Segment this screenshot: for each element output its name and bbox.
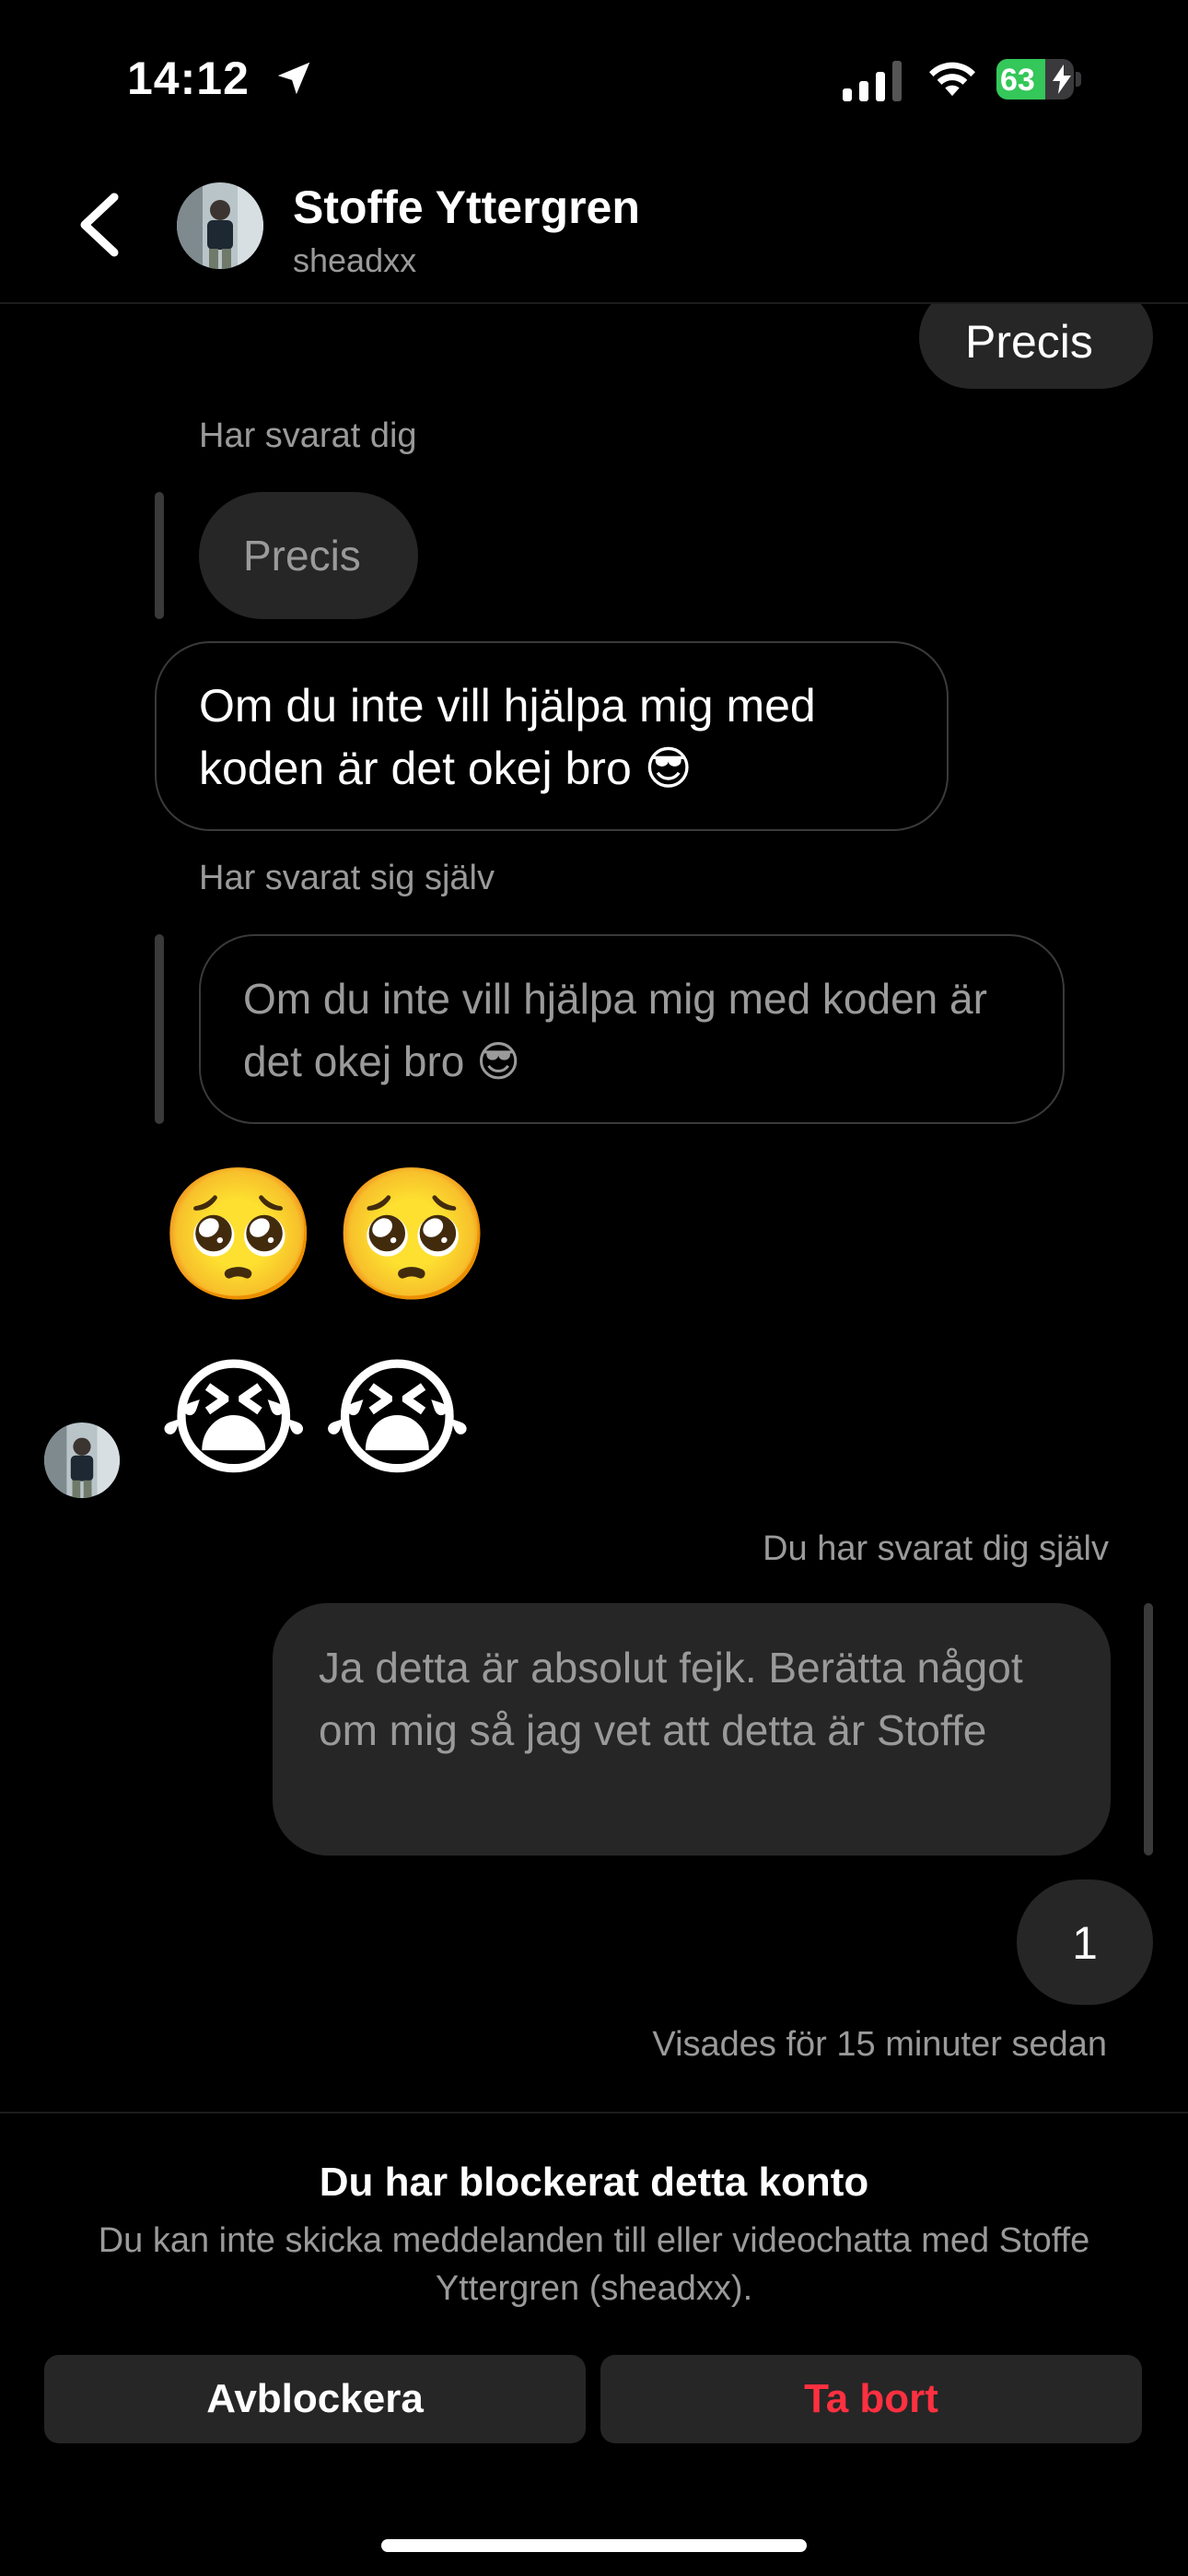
quoted-text: Ja detta är absolut fejk. Berätta något … — [319, 1644, 1023, 1754]
battery-percent: 63 — [1000, 63, 1035, 98]
footer-divider — [0, 2112, 1188, 2113]
contact-username[interactable]: sheadxx — [293, 241, 416, 280]
delete-button[interactable]: Ta bort — [600, 2355, 1142, 2443]
outgoing-message-bubble[interactable]: Precis — [919, 304, 1153, 389]
blocked-title: Du har blockerat detta konto — [319, 2160, 869, 2205]
header-avatar[interactable] — [177, 182, 263, 269]
profile-photo-icon — [44, 1423, 120, 1498]
reply-context-label: Har svarat dig — [199, 416, 417, 455]
blocked-description: Du kan inte skicka meddelanden till elle… — [98, 2221, 1090, 2308]
outgoing-message-bubble[interactable]: 1 — [1017, 1879, 1153, 2005]
quoted-text: Precis — [243, 532, 361, 580]
status-time: 14:12 — [127, 53, 250, 104]
sender-avatar[interactable] — [44, 1423, 120, 1498]
message-text: Om du inte vill hjälpa mig med koden är … — [199, 680, 816, 794]
quoted-text: Om du inte vill hjälpa mig med koden är … — [243, 975, 987, 1085]
cellular-signal-icon — [843, 61, 902, 101]
reply-context-label: Har svarat sig själv — [199, 859, 495, 897]
charging-bolt-icon — [1053, 64, 1071, 94]
emoji-message[interactable]: 😭😭 — [158, 1354, 485, 1483]
reply-context-label: Du har svarat dig själv — [763, 1529, 1109, 1568]
emoji-message[interactable]: 🥺🥺 — [158, 1170, 506, 1299]
home-indicator[interactable] — [381, 2539, 807, 2552]
incoming-message-bubble[interactable]: Om du inte vill hjälpa mig med koden är … — [155, 641, 949, 831]
message-text: Precis — [965, 316, 1093, 368]
quoted-message-bubble[interactable]: Om du inte vill hjälpa mig med koden är … — [199, 934, 1065, 1124]
quoted-message-bubble[interactable]: Precis — [199, 492, 418, 619]
back-chevron-icon[interactable] — [74, 192, 122, 258]
reply-indicator-bar — [155, 492, 164, 619]
seen-status: Visades för 15 minuter sedan — [652, 2025, 1107, 2064]
reply-indicator-bar — [1144, 1603, 1153, 1856]
contact-name[interactable]: Stoffe Yttergren — [293, 181, 640, 234]
unblock-button[interactable]: Avblockera — [44, 2355, 586, 2443]
battery-indicator: 63 — [996, 59, 1081, 100]
message-thread[interactable]: Precis Har svarat dig Precis Om du inte … — [0, 304, 1188, 2112]
reply-indicator-bar — [155, 934, 164, 1124]
wifi-icon — [929, 62, 975, 97]
quoted-message-bubble[interactable]: Ja detta är absolut fejk. Berätta något … — [273, 1603, 1111, 1856]
profile-photo-icon — [177, 182, 263, 269]
message-text: 1 — [1072, 1917, 1098, 1969]
location-arrow-icon — [277, 62, 310, 95]
